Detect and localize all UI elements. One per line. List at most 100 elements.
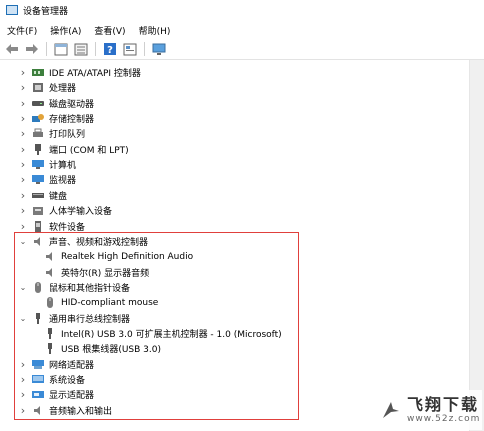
mouse-icon [32, 281, 44, 293]
watermark: 飞翔下载 www.52z.com [374, 390, 482, 430]
mouse-icon [44, 297, 56, 309]
tree-item-label: 键盘 [49, 191, 68, 202]
system-device-icon [32, 374, 44, 385]
chevron-right-icon[interactable]: › [18, 158, 28, 171]
tree-child-item[interactable]: USB 根集线器(USB 3.0) [44, 341, 161, 356]
tree-category[interactable]: › 存储控制器 [18, 111, 94, 126]
chevron-right-icon[interactable]: › [18, 112, 28, 125]
tree-category[interactable]: › 处理器 [18, 80, 76, 95]
help-icon[interactable]: ? [102, 41, 118, 57]
tree-item-label: Intel(R) USB 3.0 可扩展主机控制器 - 1.0 (Microso… [61, 329, 282, 340]
toolbar-separator [95, 42, 96, 56]
menu-file[interactable]: 文件(F) [0, 24, 43, 37]
tree-item-label: HID-compliant mouse [61, 297, 159, 308]
tree-item-label: 通用串行总线控制器 [49, 314, 131, 325]
device-tree: › IDE ATA/ATAPI 控制器 › 处理器 › 磁盘驱动器 › 存储控制器 › 打印队列 ›… [0, 60, 470, 431]
tree-category[interactable]: › 磁盘驱动器 [18, 96, 94, 111]
tree-category[interactable]: › 显示适配器 [18, 387, 94, 402]
tree-category[interactable]: › 键盘 [18, 188, 67, 203]
chevron-right-icon[interactable]: › [18, 173, 28, 186]
forward-arrow-icon[interactable] [24, 41, 40, 57]
watermark-logo-icon [380, 399, 402, 421]
properties-panel-icon[interactable] [53, 41, 69, 57]
chevron-right-icon[interactable]: › [18, 373, 28, 386]
back-arrow-icon[interactable] [4, 41, 20, 57]
tree-item-label: Realtek High Definition Audio [61, 251, 194, 262]
chevron-right-icon[interactable]: › [18, 127, 28, 140]
processor-icon [32, 82, 44, 93]
speaker-icon [44, 267, 56, 278]
tree-category[interactable]: › 人体学输入设备 [18, 203, 112, 218]
port-icon [32, 143, 44, 155]
tree-child-item[interactable]: 英特尔(R) 显示器音频 [44, 265, 149, 280]
window-title: 设备管理器 [23, 6, 69, 17]
chevron-right-icon[interactable]: › [18, 189, 28, 202]
toolbar-separator [46, 42, 47, 56]
tree-item-label: 网络适配器 [49, 360, 95, 371]
chevron-right-icon[interactable]: › [18, 81, 28, 94]
tree-item-label: 人体学输入设备 [49, 207, 113, 218]
chevron-down-icon[interactable]: ⌄ [18, 314, 28, 323]
tree-category[interactable]: ⌄ 鼠标和其他指针设备 [18, 280, 130, 295]
tree-item-label: 音频输入和输出 [49, 406, 113, 417]
chevron-down-icon[interactable]: ⌄ [18, 237, 28, 246]
tree-category[interactable]: › IDE ATA/ATAPI 控制器 [18, 65, 141, 80]
printer-icon [32, 128, 44, 139]
tree-item-label: 监视器 [49, 176, 77, 187]
svg-text:?: ? [107, 45, 113, 56]
speaker-icon [44, 251, 56, 262]
menu-action[interactable]: 操作(A) [43, 24, 87, 37]
monitor-icon [32, 174, 44, 185]
watermark-url: www.52z.com [407, 413, 481, 424]
tree-category[interactable]: ⌄ 声音、视频和游戏控制器 [18, 234, 148, 249]
tree-category[interactable]: › 监视器 [18, 172, 76, 187]
title-bar: 设备管理器 [0, 0, 484, 20]
chevron-right-icon[interactable]: › [18, 143, 28, 156]
monitor-scan-icon[interactable] [151, 41, 167, 57]
tree-item-label: 软件设备 [49, 222, 86, 233]
tree-child-item[interactable]: Realtek High Definition Audio [44, 249, 193, 264]
menu-bar: 文件(F) 操作(A) 查看(V) 帮助(H) [0, 21, 484, 39]
tree-category[interactable]: › 计算机 [18, 157, 76, 172]
tree-item-label: 声音、视频和游戏控制器 [49, 237, 149, 248]
tree-category[interactable]: › 网络适配器 [18, 357, 94, 372]
menu-view[interactable]: 查看(V) [87, 24, 131, 37]
chevron-right-icon[interactable]: › [18, 220, 28, 233]
chevron-right-icon[interactable]: › [18, 66, 28, 79]
chevron-right-icon[interactable]: › [18, 97, 28, 110]
menu-help[interactable]: 帮助(H) [132, 24, 177, 37]
toolbar: ? [0, 39, 484, 60]
device-view-icon[interactable] [122, 41, 138, 57]
tree-category[interactable]: › 软件设备 [18, 219, 85, 234]
tree-item-label: 处理器 [49, 84, 77, 95]
tree-item-label: 存储控制器 [49, 115, 95, 126]
chevron-right-icon[interactable]: › [18, 388, 28, 401]
tree-item-label: 端口 (COM 和 LPT) [49, 145, 129, 156]
tree-child-item[interactable]: HID-compliant mouse [44, 295, 158, 310]
tree-item-label: 系统设备 [49, 376, 86, 386]
chevron-right-icon[interactable]: › [18, 204, 28, 217]
list-view-icon[interactable] [73, 41, 89, 57]
vertical-scrollbar[interactable] [469, 60, 484, 431]
usb-icon [32, 312, 44, 324]
tree-category[interactable]: › 打印队列 [18, 126, 85, 141]
tree-item-label: 显示适配器 [49, 391, 95, 402]
usb-icon [44, 343, 56, 355]
chevron-right-icon[interactable]: › [18, 404, 28, 417]
speaker-icon [32, 236, 44, 247]
chevron-down-icon[interactable]: ⌄ [18, 283, 28, 292]
tree-category[interactable]: › 系统设备 [18, 372, 85, 387]
tree-category[interactable]: › 音频输入和输出 [18, 403, 112, 418]
tree-category[interactable]: ⌄ 通用串行总线控制器 [18, 311, 130, 326]
speaker-icon [32, 405, 44, 416]
device-manager-icon [6, 5, 18, 15]
ide-controller-icon [32, 67, 44, 78]
tree-item-label: 打印队列 [49, 130, 86, 141]
software-device-icon [32, 220, 44, 232]
tree-child-item[interactable]: Intel(R) USB 3.0 可扩展主机控制器 - 1.0 (Microso… [44, 326, 282, 341]
display-adapter-icon [32, 389, 44, 400]
chevron-right-icon[interactable]: › [18, 358, 28, 371]
tree-category[interactable]: › 端口 (COM 和 LPT) [18, 142, 129, 157]
storage-controller-icon [32, 113, 44, 124]
tree-item-label: 英特尔(R) 显示器音频 [61, 268, 150, 279]
